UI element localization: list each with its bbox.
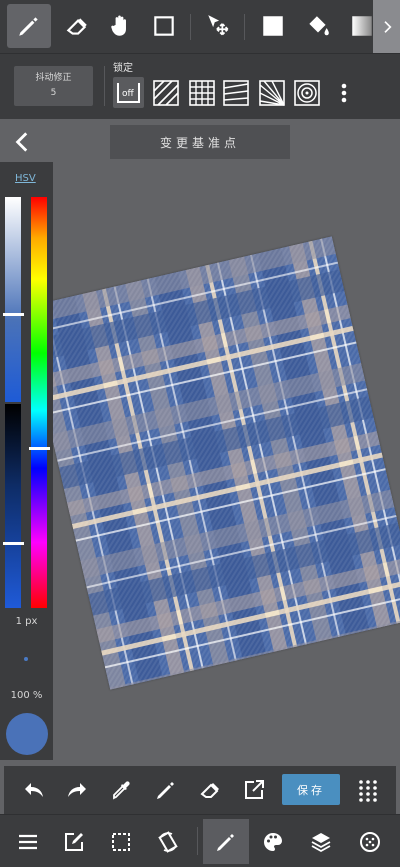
brush-button[interactable]: [203, 819, 249, 864]
opacity-value[interactable]: 100 %: [0, 690, 53, 701]
color-mode-tab[interactable]: HSV: [15, 173, 36, 184]
hand-icon: [111, 15, 126, 36]
rotate-canvas-button[interactable]: [145, 819, 191, 864]
toolbar-more-button[interactable]: [373, 0, 400, 53]
redo-button[interactable]: [63, 776, 91, 804]
saturation-handle[interactable]: [3, 313, 24, 316]
concentric-icon: [294, 80, 320, 106]
stabilizer-value: 5: [50, 88, 57, 98]
pen-button[interactable]: [152, 776, 180, 804]
toolbar-divider: [244, 14, 245, 40]
back-button[interactable]: [10, 129, 36, 155]
lock-concentric-button[interactable]: [293, 79, 321, 107]
grid-dots-icon: [359, 780, 377, 802]
hue-slider[interactable]: [31, 197, 47, 608]
grid-icon: [189, 80, 215, 106]
materials-button[interactable]: [347, 819, 393, 864]
lock-perspective-button[interactable]: [222, 79, 250, 107]
edit-icon: [65, 832, 83, 851]
chevron-left-icon: [15, 132, 28, 152]
fill-rect-icon: [263, 16, 283, 36]
lock-radial-button[interactable]: [258, 79, 286, 107]
more-menu-button[interactable]: [354, 776, 382, 804]
change-pivot-button[interactable]: 变更基准点: [110, 125, 290, 159]
brush-size-value[interactable]: 1 px: [0, 616, 53, 627]
palette-icon: [264, 832, 282, 851]
gradient-icon: [352, 16, 372, 36]
sub-toolbar-more-button[interactable]: [334, 79, 354, 107]
bottom-nav: [0, 814, 400, 867]
hue-handle[interactable]: [29, 447, 50, 450]
lock-off-button[interactable]: off: [113, 77, 144, 108]
move-tool-button[interactable]: [196, 4, 240, 48]
eyedropper-button[interactable]: [108, 776, 136, 804]
pen-icon: [157, 782, 174, 799]
plaid-pattern-image: [21, 236, 400, 690]
parallel-lines-icon: [153, 80, 179, 106]
brush-icon: [217, 833, 234, 851]
layers-icon: [311, 832, 331, 852]
stabilizer-label: 抖动修正: [35, 73, 72, 83]
pencil-tool-button[interactable]: [7, 4, 51, 48]
eraser-tool-button[interactable]: [55, 4, 99, 48]
menu-icon: [19, 834, 37, 849]
move-icon: [208, 15, 229, 36]
eraser-icon: [200, 783, 219, 798]
stabilizer-button[interactable]: 抖动修正 5: [14, 66, 93, 106]
edit-button[interactable]: [51, 819, 97, 864]
undo-button[interactable]: [20, 776, 48, 804]
sub-toolbar: 抖动修正 5 锁定 off: [0, 53, 400, 119]
eraser-button[interactable]: [196, 776, 224, 804]
materials-icon: [360, 831, 380, 852]
bucket-icon: [309, 16, 329, 36]
undo-icon: [25, 783, 43, 797]
value-handle[interactable]: [3, 542, 24, 545]
vertical-dots-icon: [341, 83, 347, 103]
lock-off-label: off: [122, 89, 134, 99]
brush-size-preview: [24, 657, 28, 661]
perspective-icon: [223, 80, 249, 106]
rectangle-tool-button[interactable]: [142, 4, 186, 48]
plaid-artwork: [21, 236, 400, 690]
eraser-icon: [66, 18, 87, 35]
bucket-tool-button[interactable]: [296, 4, 340, 48]
canvas-area[interactable]: 变更基准点: [0, 119, 400, 765]
nav-divider: [197, 827, 198, 855]
value-slider[interactable]: [5, 404, 21, 608]
lock-grid-button[interactable]: [188, 79, 216, 107]
toolbar-divider: [190, 14, 191, 40]
saturation-slider[interactable]: [5, 197, 21, 402]
select-rectangle-icon: [154, 16, 174, 36]
main-menu-button[interactable]: [5, 819, 51, 864]
color-panel: HSV 1 px 100 %: [0, 162, 53, 760]
lock-parallel-button[interactable]: [152, 79, 180, 107]
export-icon: [245, 780, 264, 799]
hand-tool-button[interactable]: [99, 4, 143, 48]
rotate-canvas-icon: [158, 830, 178, 853]
save-button[interactable]: 保存: [282, 774, 340, 805]
redo-icon: [68, 783, 86, 797]
palette-button[interactable]: [250, 819, 296, 864]
current-color-swatch[interactable]: [6, 713, 48, 755]
fill-rect-tool-button[interactable]: [251, 4, 295, 48]
chevron-right-icon: [383, 20, 392, 33]
action-bar: 保存: [4, 766, 396, 814]
layers-button[interactable]: [298, 819, 344, 864]
sub-toolbar-divider: [104, 66, 105, 106]
selection-icon: [112, 832, 130, 851]
top-toolbar: [0, 0, 400, 53]
lock-label: 锁定: [113, 63, 133, 74]
radial-lines-icon: [259, 80, 285, 106]
export-button[interactable]: [240, 776, 268, 804]
pencil-icon: [19, 17, 38, 36]
selection-button[interactable]: [98, 819, 144, 864]
eyedropper-icon: [113, 781, 130, 800]
